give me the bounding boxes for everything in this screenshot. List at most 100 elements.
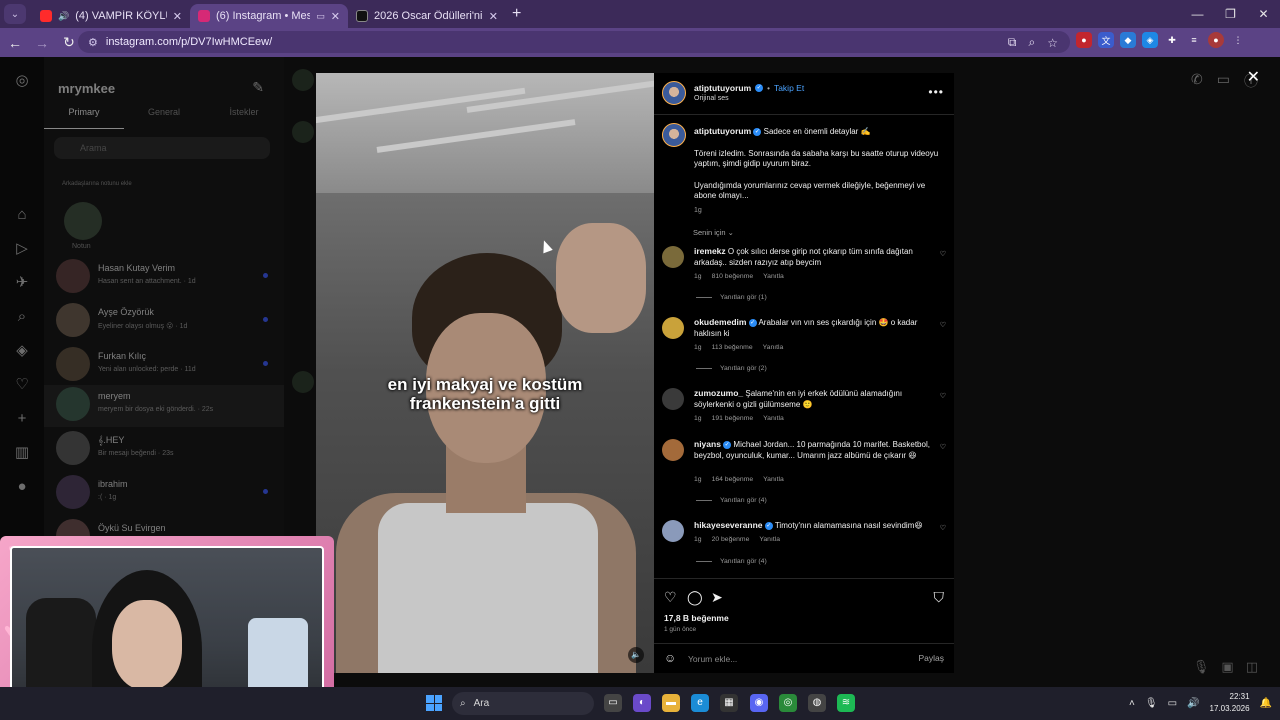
taskbar-search[interactable]: ⌕ Ara xyxy=(452,692,594,715)
close-modal-icon[interactable]: ✕ xyxy=(1247,67,1260,87)
author-username[interactable]: atiptutuyorum xyxy=(694,83,751,93)
profile-avatar-icon[interactable]: ● xyxy=(1208,32,1224,48)
install-app-icon[interactable]: ⧉ xyxy=(1008,35,1017,50)
zoom-icon[interactable]: ⌕ xyxy=(1029,35,1036,50)
site-info-icon[interactable]: ⚙ xyxy=(88,36,98,49)
comment-icon[interactable]: ◯ xyxy=(687,589,703,606)
emoji-icon[interactable]: ☺ xyxy=(664,651,676,665)
commenter-avatar[interactable] xyxy=(662,317,684,339)
dm-username[interactable]: mrymkee xyxy=(58,81,115,96)
create-icon[interactable]: + xyxy=(12,409,32,429)
speaker-icon[interactable]: 🔊 xyxy=(58,11,69,22)
reply-button[interactable]: Yanıtla xyxy=(763,273,784,280)
close-icon[interactable]: ✕ xyxy=(331,10,340,23)
home-icon[interactable]: ⌂ xyxy=(12,205,32,225)
windows-start-icon[interactable] xyxy=(426,695,442,711)
reels-icon[interactable]: ▷ xyxy=(12,239,32,259)
new-tab-button[interactable]: + xyxy=(512,5,521,23)
reply-button[interactable]: Yanıtla xyxy=(763,344,784,351)
bookmark-star-icon[interactable]: ☆ xyxy=(1047,36,1058,50)
profile-icon[interactable]: ● xyxy=(12,477,32,497)
commenter-avatar[interactable] xyxy=(662,439,684,461)
comment-likes[interactable]: 20 beğenme xyxy=(712,536,750,543)
clock[interactable]: 22:31 17.03.2026 xyxy=(1210,691,1250,715)
dm-thread[interactable]: ibrahim :( · 1g xyxy=(56,473,284,513)
spotify-icon[interactable]: ≋ xyxy=(837,694,855,712)
dashboard-icon[interactable]: ▥ xyxy=(12,443,32,463)
dm-thread[interactable]: 𝄞.HEY Bir mesajı beğendi · 23s xyxy=(56,429,284,469)
commenter-avatar[interactable] xyxy=(662,520,684,542)
notifications-icon[interactable]: ♡ xyxy=(12,375,32,395)
explore-icon[interactable]: ◈ xyxy=(12,341,32,361)
view-replies-button[interactable]: Yanıtları gör (4) xyxy=(696,497,767,504)
menu-icon[interactable]: ⋮ xyxy=(1230,32,1246,48)
audio-label[interactable]: Orijinal ses xyxy=(694,95,729,102)
note-avatar[interactable] xyxy=(64,202,102,240)
edge-icon[interactable]: e xyxy=(691,694,709,712)
commenter-username[interactable]: zumozumo_ xyxy=(694,388,743,398)
search-icon[interactable]: ⌕ xyxy=(12,307,32,327)
discord-icon[interactable]: ◉ xyxy=(750,694,768,712)
translate-icon[interactable]: 文 xyxy=(1098,32,1114,48)
volume-icon[interactable]: 🔊 xyxy=(1187,698,1199,709)
address-bar[interactable]: ⚙ instagram.com/p/DV7IwHMCEew/ ⧉ ⌕ ☆ xyxy=(78,31,1070,53)
ublock-icon[interactable]: ● xyxy=(1076,32,1092,48)
forward-icon[interactable]: → xyxy=(30,31,54,55)
chevron-up-icon[interactable]: ˄ xyxy=(1129,698,1135,709)
phone-icon[interactable]: ✆ xyxy=(1191,71,1203,91)
extension-icon[interactable]: ◈ xyxy=(1142,32,1158,48)
puzzle-icon[interactable]: ✚ xyxy=(1164,32,1180,48)
commenter-username[interactable]: hikayeseveranne xyxy=(694,520,763,530)
reel-video[interactable]: en iyi makyaj ve kostüm frankenstein'a g… xyxy=(316,73,654,673)
author-avatar[interactable] xyxy=(662,81,686,105)
comment-likes[interactable]: 113 beğenme xyxy=(712,344,753,351)
likes-count[interactable]: 17,8 B beğenme xyxy=(664,613,729,623)
commenter-username[interactable]: niyans xyxy=(694,439,721,449)
tab-general[interactable]: General xyxy=(124,107,204,129)
like-comment-icon[interactable]: ♡ xyxy=(940,321,946,329)
share-icon[interactable]: ➤ xyxy=(711,589,723,606)
file-explorer-icon[interactable]: ▬ xyxy=(662,694,680,712)
back-icon[interactable]: ← xyxy=(3,31,27,55)
commenter-avatar[interactable] xyxy=(662,246,684,268)
tab-requests[interactable]: İstekler xyxy=(204,107,284,129)
dm-search-input[interactable]: Arama xyxy=(54,137,270,159)
minimize-icon[interactable]: — xyxy=(1181,0,1214,28)
like-comment-icon[interactable]: ♡ xyxy=(940,524,946,532)
chrome-icon[interactable]: ◎ xyxy=(779,694,797,712)
view-replies-button[interactable]: Yanıtları gör (2) xyxy=(696,365,767,372)
tab-instagram[interactable]: (6) Instagram • Mesajlar ▭ ✕ xyxy=(190,4,348,28)
reply-button[interactable]: Yanıtla xyxy=(759,536,780,543)
like-comment-icon[interactable]: ♡ xyxy=(940,392,946,400)
copilot-icon[interactable]: ◐ xyxy=(633,694,651,712)
view-replies-button[interactable]: Yanıtları gör (1) xyxy=(696,294,767,301)
extension-icon[interactable]: ◆ xyxy=(1120,32,1136,48)
comment-likes[interactable]: 164 beğenme xyxy=(712,476,754,483)
instagram-logo-icon[interactable]: ◎ xyxy=(12,71,32,91)
notification-icon[interactable]: 🔔 xyxy=(1260,698,1272,709)
post-comment-button[interactable]: Paylaş xyxy=(918,653,944,663)
comment-input[interactable] xyxy=(688,653,908,665)
video-call-icon[interactable]: ▭ xyxy=(1217,71,1230,91)
close-icon[interactable]: ✕ xyxy=(489,10,498,23)
dm-thread[interactable]: Ayşe Özyörük Eyeliner olaysı olmuş 😮 · 1… xyxy=(56,301,284,341)
mute-icon[interactable]: 🔈 xyxy=(628,647,644,663)
restore-icon[interactable]: ❐ xyxy=(1214,0,1247,28)
comment-sort-dropdown[interactable]: Senin için ⌄ xyxy=(693,228,734,237)
commenter-username[interactable]: okudemedim xyxy=(694,317,746,327)
tab-primary[interactable]: Primary xyxy=(44,107,124,129)
media-control-icon[interactable]: ≡ xyxy=(1186,32,1202,48)
task-view-icon[interactable]: ▭ xyxy=(604,694,622,712)
screen-share-icon[interactable]: ▭ xyxy=(316,11,325,22)
tab-search-button[interactable]: ⌄ xyxy=(4,4,26,24)
like-comment-icon[interactable]: ♡ xyxy=(940,443,946,451)
comment-likes[interactable]: 810 beğenme xyxy=(712,273,754,280)
follow-button[interactable]: Takip Et xyxy=(774,83,804,93)
like-icon[interactable]: ♡ xyxy=(664,589,677,606)
microphone-icon[interactable]: 🎙 xyxy=(1145,698,1158,709)
sticker-icon[interactable]: ◫ xyxy=(1246,659,1258,675)
close-window-icon[interactable]: ✕ xyxy=(1247,0,1280,28)
commenter-username[interactable]: iremekz xyxy=(694,246,726,256)
like-comment-icon[interactable]: ♡ xyxy=(940,250,946,258)
tab-oscar[interactable]: 2026 Oscar Ödülleri'nin En Şık ✕ xyxy=(348,4,506,28)
